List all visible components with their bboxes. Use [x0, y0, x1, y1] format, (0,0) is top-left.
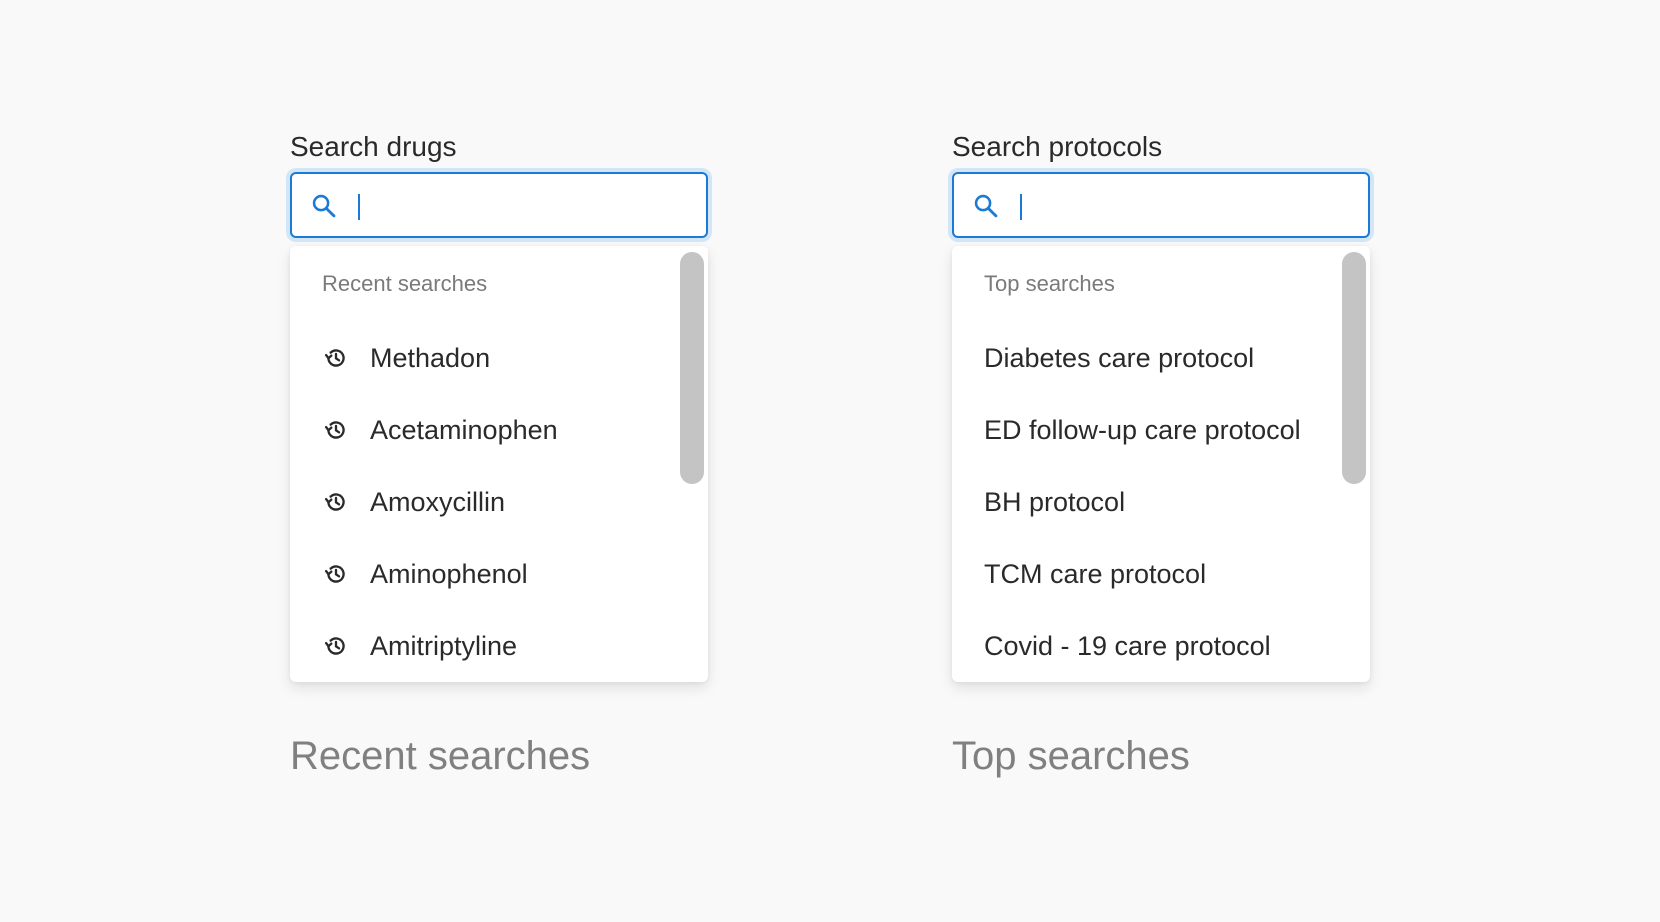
dropdown-scrollbar[interactable] — [680, 252, 704, 484]
drug-search-label: Search drugs — [290, 131, 457, 162]
dropdown-heading: Recent searches — [322, 271, 488, 296]
protocol-search-field[interactable] — [952, 172, 1370, 238]
search-icon — [312, 194, 336, 218]
text-caret — [1020, 194, 1022, 220]
history-icon — [324, 349, 345, 367]
protocol-search-label: Search protocols — [952, 131, 1163, 162]
top-search-label: BH protocol — [984, 487, 1126, 517]
top-search-label: TCM care protocol — [984, 559, 1207, 589]
recent-search-label: Methadon — [370, 343, 491, 373]
top-search-item[interactable]: Covid - 19 care protocol — [952, 610, 1337, 682]
recent-search-item[interactable]: Aminophenol — [290, 538, 675, 610]
top-search-item[interactable]: Diabetes care protocol — [952, 322, 1337, 394]
history-icon — [324, 565, 345, 583]
top-search-item[interactable]: BH protocol — [952, 466, 1337, 538]
search-icon — [974, 194, 998, 218]
recent-search-label: Amitriptyline — [370, 631, 518, 661]
drug-search-dropdown: Recent searches Methadon Acetaminophen A… — [290, 246, 708, 682]
drug-search-field[interactable] — [290, 172, 708, 238]
top-search-list: Diabetes care protocol ED follow-up care… — [952, 322, 1337, 682]
recent-search-label: Acetaminophen — [370, 415, 558, 445]
recent-search-item[interactable]: Amoxycillin — [290, 466, 675, 538]
top-search-item[interactable]: ED follow-up care protocol — [952, 394, 1337, 466]
top-search-label: ED follow-up care protocol — [984, 415, 1301, 445]
top-search-item[interactable]: TCM care protocol — [952, 538, 1337, 610]
recent-search-item[interactable]: Methadon — [290, 322, 675, 394]
dropdown-heading: Top searches — [984, 271, 1115, 296]
recent-search-label: Amoxycillin — [370, 487, 506, 517]
history-icon — [324, 493, 345, 511]
top-search-label: Covid - 19 care protocol — [984, 631, 1271, 661]
dropdown-scrollbar[interactable] — [1342, 252, 1366, 484]
recent-search-item[interactable]: Acetaminophen — [290, 394, 675, 466]
text-caret — [358, 194, 360, 220]
drug-search-section: Search drugs Recent searches Methadon Ac… — [290, 130, 708, 682]
recent-search-list: Methadon Acetaminophen Amoxycillin Amino… — [290, 322, 675, 682]
recent-search-label: Aminophenol — [370, 559, 528, 589]
history-icon — [324, 637, 345, 655]
drug-search-input[interactable] — [354, 184, 684, 226]
history-icon — [324, 421, 345, 439]
top-searches-caption: Top searches — [952, 734, 1190, 778]
recent-search-item[interactable]: Amitriptyline — [290, 610, 675, 682]
protocol-search-section: Search protocols Top searches Diabetes c… — [952, 130, 1370, 682]
recent-searches-caption: Recent searches — [290, 734, 591, 778]
protocol-search-input[interactable] — [1016, 184, 1346, 226]
top-search-label: Diabetes care protocol — [984, 343, 1255, 373]
protocol-search-dropdown: Top searches Diabetes care protocol ED f… — [952, 246, 1370, 682]
